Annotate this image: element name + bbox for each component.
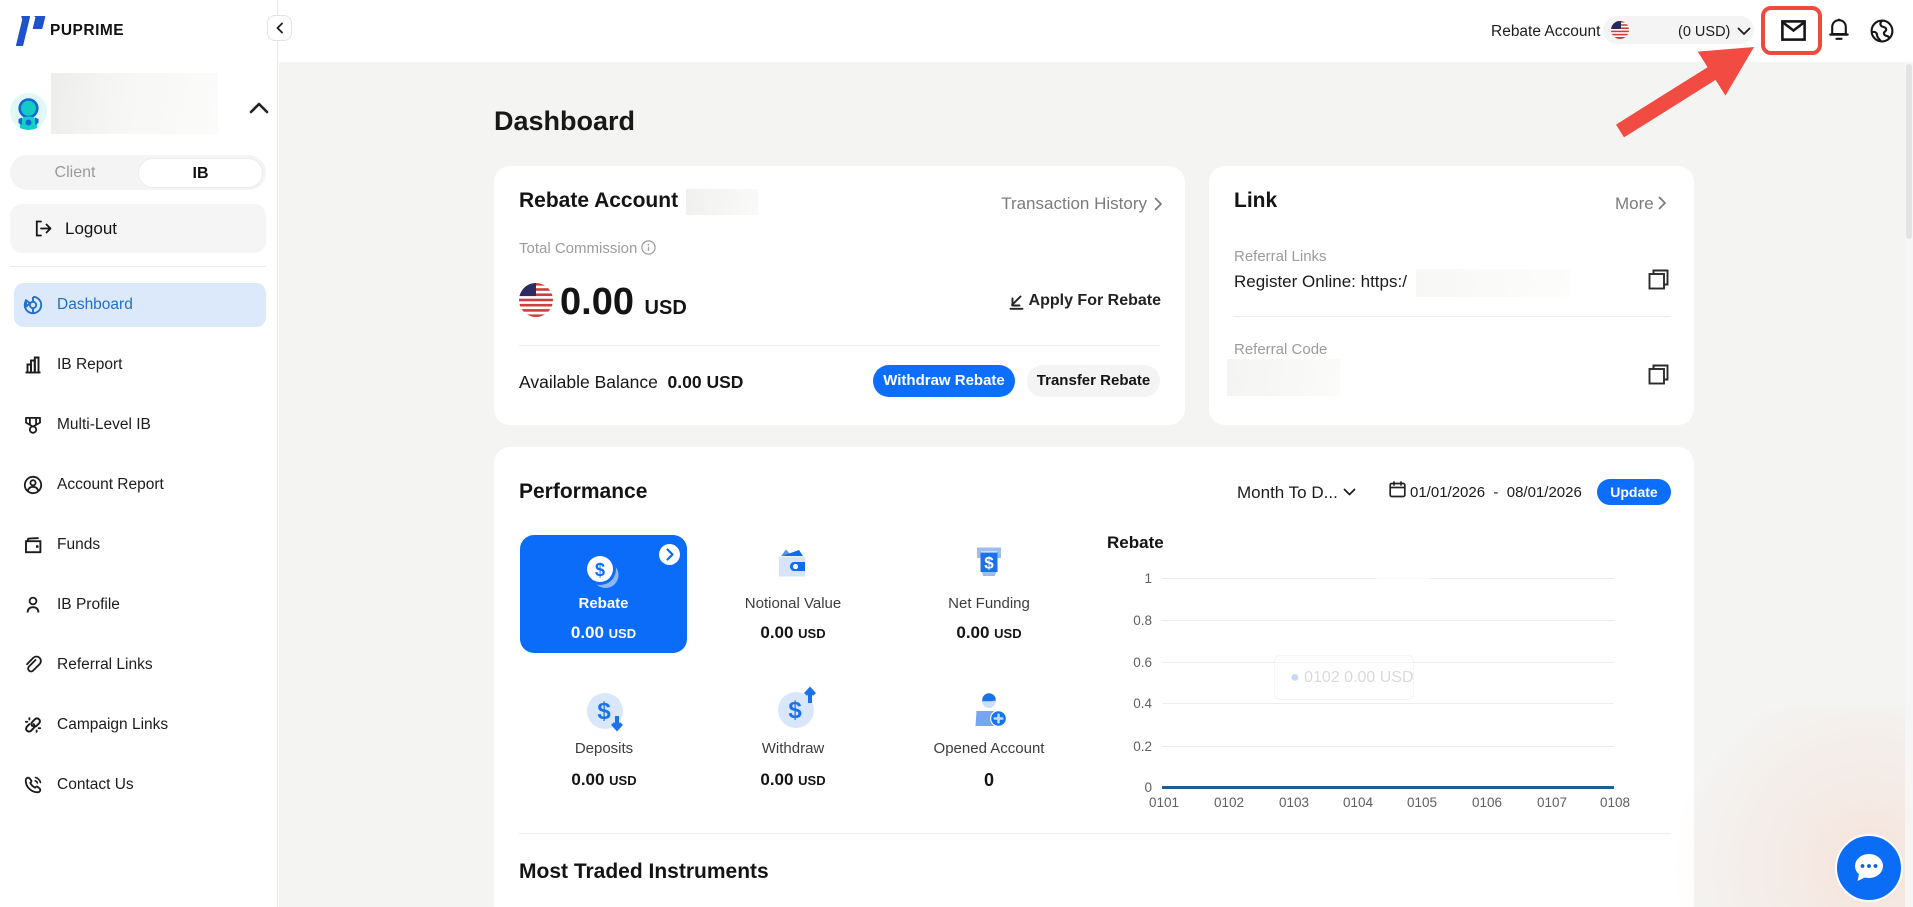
svg-text:$: $ xyxy=(597,698,611,725)
svg-text:$: $ xyxy=(595,560,605,580)
svg-text:$: $ xyxy=(984,554,994,573)
svg-text:$: $ xyxy=(788,697,802,724)
